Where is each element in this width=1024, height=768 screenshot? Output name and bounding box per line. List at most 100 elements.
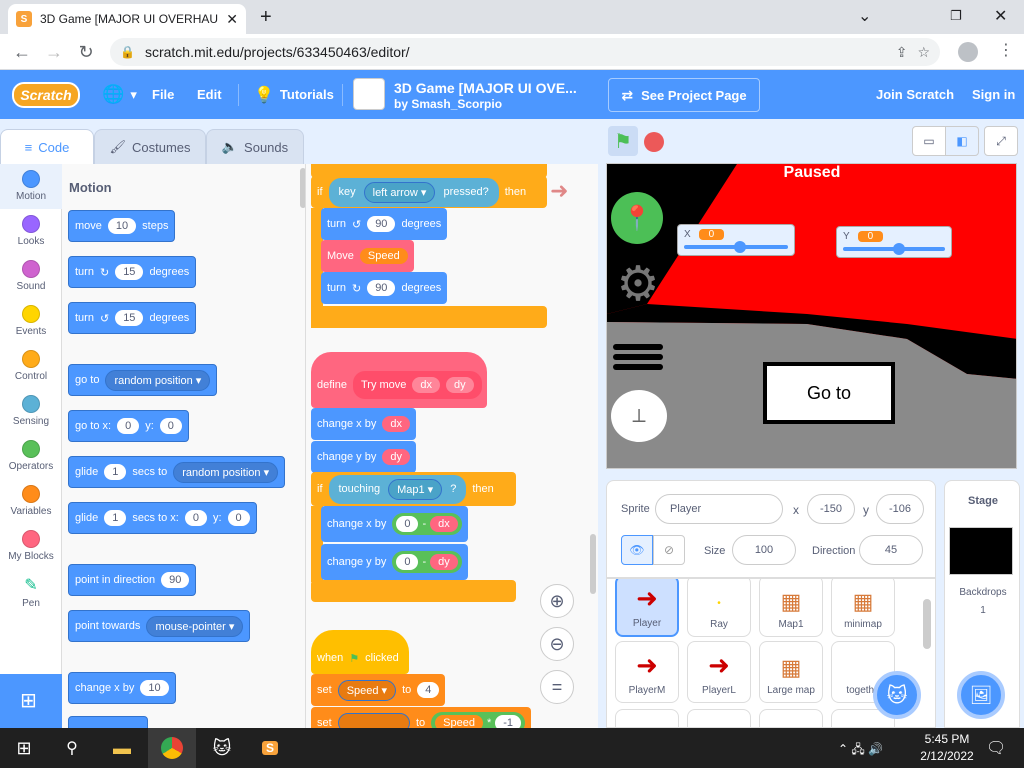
axis-button[interactable]: ⟂ xyxy=(611,390,667,442)
share-icon[interactable]: ⇪ xyxy=(896,44,908,61)
touching-reporter[interactable]: touching Map1 ▾ ? xyxy=(328,474,467,504)
block-partial[interactable] xyxy=(68,716,148,728)
small-stage-button[interactable]: ▭ xyxy=(912,126,946,156)
block-input[interactable]: 0 xyxy=(159,418,182,434)
custom-block-prototype[interactable]: Try move dx dy xyxy=(352,371,482,399)
close-window-icon[interactable]: ✕ xyxy=(994,6,1007,26)
slider-x-thumb[interactable] xyxy=(734,241,746,253)
sign-in-link[interactable]: Sign in xyxy=(972,70,1015,119)
browser-tab[interactable]: S 3D Game [MAJOR UI OVERHAUL ✕ xyxy=(8,4,246,34)
join-scratch-link[interactable]: Join Scratch xyxy=(876,70,954,119)
change-x-block[interactable]: change x by dx xyxy=(311,408,416,440)
set-speed-block[interactable]: set Speed ▾ to 4 xyxy=(311,674,446,706)
block-dropdown[interactable]: random position ▾ xyxy=(173,461,279,483)
see-project-page-button[interactable]: ⇄ See Project Page xyxy=(608,78,760,112)
close-tab-icon[interactable]: ✕ xyxy=(226,11,238,28)
touching-dropdown[interactable]: Map1 ▾ xyxy=(388,478,443,500)
sprite-tile[interactable]: ▦ minimap xyxy=(831,579,895,637)
category-sound[interactable]: Sound xyxy=(0,254,62,299)
block-input[interactable]: 15 xyxy=(115,264,144,280)
new-tab-icon[interactable]: + xyxy=(260,6,272,29)
change-y-block[interactable]: change y by dy xyxy=(311,441,416,473)
sprite-tile[interactable]: ▦ Large map xyxy=(759,641,823,703)
tab-sounds[interactable]: 🔈 Sounds xyxy=(206,129,304,165)
slider-y-track[interactable] xyxy=(843,243,945,255)
block-input[interactable]: 0 xyxy=(396,554,419,570)
block-glide-random[interactable]: glide 1 secs to random position ▾ xyxy=(68,456,286,488)
block-glide-xy[interactable]: glide 1 secs to x: 0 y: 0 xyxy=(68,502,257,534)
choose-sprite-button[interactable]: 🐱 xyxy=(873,671,921,719)
clock-date[interactable]: 2/12/2022 xyxy=(912,749,982,763)
sprite-tile[interactable]: ▦ Map1 xyxy=(759,579,823,637)
sprite-tile[interactable] xyxy=(759,709,823,727)
block-input[interactable]: 90 xyxy=(367,280,396,296)
block-turn-right[interactable]: turn ↻ 15 degrees xyxy=(68,256,197,288)
stop-button[interactable] xyxy=(644,132,664,152)
param-dy[interactable]: dy xyxy=(446,377,474,393)
bookmark-star-icon[interactable]: ☆ xyxy=(917,44,930,61)
block-dropdown[interactable]: mouse-pointer ▾ xyxy=(146,615,244,637)
project-title[interactable]: 3D Game [MAJOR UI OVE... xyxy=(394,80,577,96)
block-point-direction[interactable]: point in direction 90 xyxy=(68,564,197,596)
change-x-negative-block[interactable]: change x by 0- dx xyxy=(321,506,468,542)
tab-costumes[interactable]: 🖌 Costumes xyxy=(94,129,206,165)
edit-menu[interactable]: Edit xyxy=(197,70,222,119)
backdrop-thumbnail[interactable] xyxy=(949,527,1013,575)
if-key-pressed-block[interactable]: if key left arrow ▾ pressed? then xyxy=(311,176,547,208)
block-input[interactable]: 90 xyxy=(367,216,396,232)
map-button[interactable]: 📍 xyxy=(611,192,663,244)
block-input[interactable]: 90 xyxy=(161,572,190,588)
slider-y-thumb[interactable] xyxy=(893,243,905,255)
menu-dots-icon[interactable]: ⋮ xyxy=(998,40,1014,60)
sprite-list-scrollbar[interactable] xyxy=(923,599,931,649)
choose-backdrop-button[interactable]: 🖼 xyxy=(957,671,1005,719)
block-input[interactable]: 10 xyxy=(140,680,169,696)
language-menu[interactable]: 🌐 ▾ xyxy=(102,70,137,119)
tab-code[interactable]: ≡ Code xyxy=(0,129,94,165)
green-flag-button[interactable]: ⚑ xyxy=(608,126,638,156)
url-bar[interactable]: 🔒 scratch.mit.edu/projects/633450463/edi… xyxy=(110,38,940,66)
zoom-out-button[interactable]: ⊖ xyxy=(540,627,574,661)
category-operators[interactable]: Operators xyxy=(0,434,62,479)
forward-icon[interactable]: → xyxy=(40,38,68,66)
zoom-in-button[interactable]: ⊕ xyxy=(540,584,574,618)
block-input[interactable]: 10 xyxy=(107,218,137,234)
block-input[interactable]: 1 xyxy=(104,464,127,480)
search-button[interactable]: ⚲ xyxy=(48,728,96,768)
turn-right-block[interactable]: turn ↻ 90 degrees xyxy=(321,272,448,304)
script-scrollbar[interactable] xyxy=(590,534,596,594)
sprite-tile[interactable]: • Ray xyxy=(687,579,751,637)
subtract-operator[interactable]: 0- dy xyxy=(392,551,462,573)
block-goto[interactable]: go to random position ▾ xyxy=(68,364,218,396)
key-pressed-reporter[interactable]: key left arrow ▾ pressed? xyxy=(328,177,499,207)
speed-variable[interactable]: Speed xyxy=(435,715,483,728)
multiply-operator[interactable]: Speed * -1 xyxy=(431,712,525,728)
set-variable-block[interactable]: set to Speed * -1 xyxy=(311,707,531,728)
block-input[interactable]: 0 xyxy=(117,418,140,434)
block-input[interactable]: 0 xyxy=(184,510,207,526)
category-events[interactable]: Events xyxy=(0,299,62,344)
settings-button[interactable]: ⚙ xyxy=(613,260,663,310)
block-goto-xy[interactable]: go to x: 0 y: 0 xyxy=(68,410,189,442)
when-flag-clicked-hat[interactable]: when ⚑ clicked xyxy=(311,630,409,674)
param-reporter[interactable]: dx xyxy=(382,416,410,432)
category-pen[interactable]: ✎ Pen xyxy=(0,569,62,614)
scratch-logo[interactable]: Scratch xyxy=(12,82,80,108)
block-point-towards[interactable]: point towards mouse-pointer ▾ xyxy=(68,610,251,642)
profile-icon[interactable] xyxy=(958,42,978,62)
category-looks[interactable]: Looks xyxy=(0,209,62,254)
sprite-tile[interactable]: ➜ PlayerM xyxy=(615,641,679,703)
block-input[interactable]: 15 xyxy=(115,310,144,326)
change-y-negative-block[interactable]: change y by 0- dy xyxy=(321,544,468,580)
if-touching-block[interactable]: if touching Map1 ▾ ? then xyxy=(311,472,516,506)
block-input[interactable]: 0 xyxy=(396,516,419,532)
subtract-operator[interactable]: 0- dx xyxy=(392,513,462,535)
block-move-steps[interactable]: move 10 steps xyxy=(68,210,176,242)
sprite-tile[interactable]: ➜ Player xyxy=(615,579,679,637)
block-change-x[interactable]: change x by 10 xyxy=(68,672,176,704)
param-dx[interactable]: dx xyxy=(412,377,441,393)
back-icon[interactable]: ← xyxy=(8,38,36,66)
app-cat-button[interactable]: 🐱 xyxy=(198,728,246,768)
tutorials-button[interactable]: 💡 Tutorials xyxy=(254,70,334,119)
category-control[interactable]: Control xyxy=(0,344,62,389)
